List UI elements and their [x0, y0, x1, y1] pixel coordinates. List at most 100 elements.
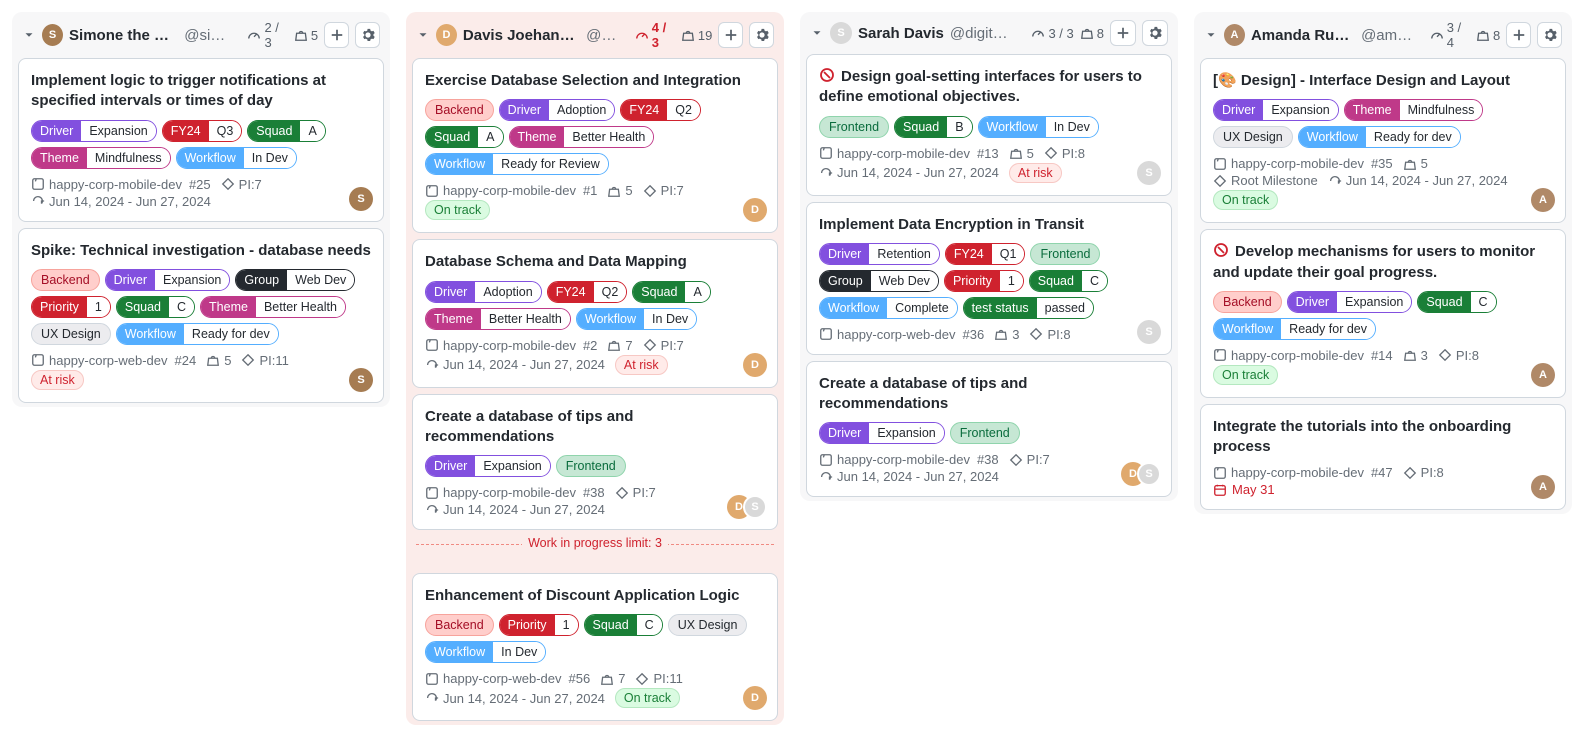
repo-ref[interactable]: happy-corp-mobile-dev#35: [1213, 156, 1393, 171]
column-settings-button[interactable]: [749, 22, 774, 48]
label-pill[interactable]: Backend: [1213, 291, 1282, 313]
scoped-label-pill[interactable]: WorkflowReady for dev: [1213, 318, 1376, 340]
scoped-label-pill[interactable]: DriverExpansion: [1213, 99, 1339, 121]
issue-card[interactable]: Develop mechanisms for users to monitor …: [1200, 229, 1566, 398]
assignee-avatars[interactable]: D: [743, 198, 767, 222]
repo-ref[interactable]: happy-corp-mobile-dev#14: [1213, 348, 1393, 363]
scoped-label-pill[interactable]: FY24Q2: [547, 281, 628, 303]
label-pill[interactable]: UX Design: [1213, 126, 1293, 148]
repo-ref[interactable]: happy-corp-mobile-dev#13: [819, 146, 999, 161]
add-card-button[interactable]: [1506, 22, 1531, 48]
scoped-label-pill[interactable]: SquadC: [1417, 291, 1496, 313]
column-settings-button[interactable]: [1142, 20, 1168, 46]
repo-ref[interactable]: happy-corp-web-dev#36: [819, 327, 984, 342]
issue-card[interactable]: Create a database of tips and recommenda…: [412, 394, 778, 531]
assignee-avatars[interactable]: A: [1531, 188, 1555, 212]
scoped-label-pill[interactable]: SquadB: [894, 116, 973, 138]
scoped-label-pill[interactable]: DriverAdoption: [425, 281, 542, 303]
scoped-label-pill[interactable]: test statuspassed: [963, 297, 1094, 319]
user-avatar[interactable]: S: [42, 24, 63, 46]
assignee-avatars[interactable]: DS: [727, 495, 767, 519]
issue-card[interactable]: Exercise Database Selection and Integrat…: [412, 58, 778, 233]
column-user-name[interactable]: Simone the SET: [69, 27, 178, 44]
repo-ref[interactable]: happy-corp-web-dev#56: [425, 671, 590, 686]
scoped-label-pill[interactable]: SquadC: [1029, 270, 1108, 292]
repo-ref[interactable]: happy-corp-mobile-dev#25: [31, 177, 211, 192]
scoped-label-pill[interactable]: Priority1: [944, 270, 1024, 292]
label-pill[interactable]: Frontend: [556, 455, 626, 477]
scoped-label-pill[interactable]: WorkflowIn Dev: [978, 116, 1099, 138]
repo-ref[interactable]: happy-corp-mobile-dev#2: [425, 338, 597, 353]
assignee-avatars[interactable]: S: [1137, 320, 1161, 344]
column-user-name[interactable]: Sarah Davis: [858, 25, 944, 42]
repo-ref[interactable]: happy-corp-mobile-dev#38: [425, 485, 605, 500]
label-pill[interactable]: Frontend: [950, 422, 1020, 444]
scoped-label-pill[interactable]: ThemeMindfulness: [1344, 99, 1484, 121]
scoped-label-pill[interactable]: Priority1: [31, 296, 111, 318]
add-card-button[interactable]: [718, 22, 743, 48]
milestone[interactable]: Root Milestone: [1213, 173, 1318, 188]
issue-card[interactable]: Design goal-setting interfaces for users…: [806, 54, 1172, 196]
scoped-label-pill[interactable]: SquadA: [247, 120, 326, 142]
column-user-name[interactable]: Davis Joehanson: [463, 27, 580, 44]
repo-ref[interactable]: happy-corp-web-dev#24: [31, 353, 196, 368]
scoped-label-pill[interactable]: SquadC: [116, 296, 195, 318]
repo-ref[interactable]: happy-corp-mobile-dev#1: [425, 183, 597, 198]
scoped-label-pill[interactable]: DriverExpansion: [105, 269, 231, 291]
user-avatar[interactable]: S: [830, 22, 852, 44]
scoped-label-pill[interactable]: DriverExpansion: [31, 120, 157, 142]
label-pill[interactable]: Backend: [425, 99, 494, 121]
assignee-avatars[interactable]: S: [349, 368, 373, 392]
issue-card[interactable]: [🎨 Design] - Interface Design and Layout…: [1200, 58, 1566, 223]
assignee-avatars[interactable]: DS: [1121, 462, 1161, 486]
scoped-label-pill[interactable]: WorkflowIn Dev: [176, 147, 297, 169]
scoped-label-pill[interactable]: WorkflowReady for Review: [425, 153, 609, 175]
collapse-toggle[interactable]: [1204, 28, 1218, 42]
collapse-toggle[interactable]: [416, 28, 430, 42]
scoped-label-pill[interactable]: WorkflowIn Dev: [576, 308, 697, 330]
scoped-label-pill[interactable]: DriverExpansion: [425, 455, 551, 477]
scoped-label-pill[interactable]: ThemeBetter Health: [509, 126, 655, 148]
scoped-label-pill[interactable]: FY24Q1: [945, 243, 1026, 265]
label-pill[interactable]: UX Design: [668, 614, 748, 636]
label-pill[interactable]: Backend: [31, 269, 100, 291]
label-pill[interactable]: Frontend: [1030, 243, 1100, 265]
issue-card[interactable]: Implement Data Encryption in TransitDriv…: [806, 202, 1172, 355]
issue-card[interactable]: Enhancement of Discount Application Logi…: [412, 573, 778, 721]
assignee-avatars[interactable]: A: [1531, 363, 1555, 387]
scoped-label-pill[interactable]: WorkflowIn Dev: [425, 641, 546, 663]
label-pill[interactable]: Backend: [425, 614, 494, 636]
assignee-avatars[interactable]: D: [743, 353, 767, 377]
scoped-label-pill[interactable]: DriverExpansion: [819, 422, 945, 444]
collapse-toggle[interactable]: [22, 28, 36, 42]
scoped-label-pill[interactable]: ThemeBetter Health: [425, 308, 571, 330]
assignee-avatars[interactable]: S: [1137, 161, 1161, 185]
scoped-label-pill[interactable]: SquadA: [425, 126, 504, 148]
scoped-label-pill[interactable]: Priority1: [499, 614, 579, 636]
user-avatar[interactable]: D: [436, 24, 457, 46]
scoped-label-pill[interactable]: ThemeBetter Health: [200, 296, 346, 318]
scoped-label-pill[interactable]: FY24Q3: [162, 120, 243, 142]
scoped-label-pill[interactable]: FY24Q2: [620, 99, 701, 121]
scoped-label-pill[interactable]: SquadA: [632, 281, 711, 303]
add-card-button[interactable]: [1110, 20, 1136, 46]
scoped-label-pill[interactable]: GroupWeb Dev: [235, 269, 355, 291]
issue-card[interactable]: Create a database of tips and recommenda…: [806, 361, 1172, 498]
column-user-name[interactable]: Amanda Rueda: [1251, 27, 1355, 44]
scoped-label-pill[interactable]: WorkflowComplete: [819, 297, 958, 319]
assignee-avatars[interactable]: S: [349, 187, 373, 211]
issue-card[interactable]: Spike: Technical investigation - databas…: [18, 228, 384, 403]
scoped-label-pill[interactable]: SquadC: [584, 614, 663, 636]
scoped-label-pill[interactable]: ThemeMindfulness: [31, 147, 171, 169]
issue-card[interactable]: Implement logic to trigger notifications…: [18, 58, 384, 222]
scoped-label-pill[interactable]: WorkflowReady for dev: [1298, 126, 1461, 148]
issue-card[interactable]: Database Schema and Data MappingDriverAd…: [412, 239, 778, 387]
issue-card[interactable]: Integrate the tutorials into the onboard…: [1200, 404, 1566, 511]
label-pill[interactable]: UX Design: [31, 323, 111, 345]
assignee-avatars[interactable]: A: [1531, 475, 1555, 499]
scoped-label-pill[interactable]: DriverAdoption: [499, 99, 616, 121]
column-settings-button[interactable]: [355, 22, 380, 48]
label-pill[interactable]: Frontend: [819, 116, 889, 138]
repo-ref[interactable]: happy-corp-mobile-dev#38: [819, 452, 999, 467]
scoped-label-pill[interactable]: GroupWeb Dev: [819, 270, 939, 292]
